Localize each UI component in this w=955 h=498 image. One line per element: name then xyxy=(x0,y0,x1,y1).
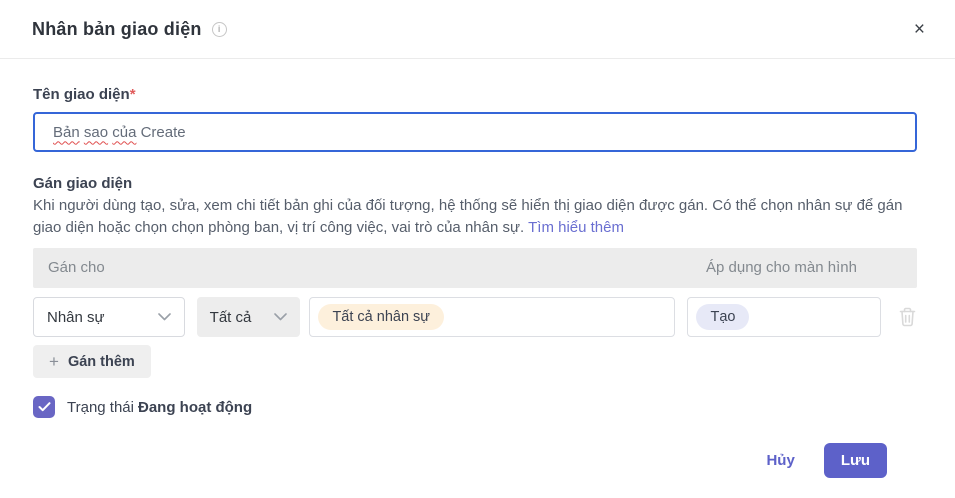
name-word: sao xyxy=(83,123,109,141)
screen-tags-input[interactable]: Tạo xyxy=(687,297,881,337)
cancel-button[interactable]: Hủy xyxy=(766,452,794,469)
target-type-selected-value: Nhân sự xyxy=(47,308,105,326)
dialog-body: Tên giao diện* Bản sao của Create Gán gi… xyxy=(0,86,955,478)
status-label: Trạng thái Đang hoạt động xyxy=(67,399,252,416)
scope-select[interactable]: Tất cả xyxy=(196,297,301,337)
learn-more-link[interactable]: Tìm hiểu thêm xyxy=(528,219,624,236)
required-asterisk: * xyxy=(129,86,136,103)
screen-tag: Tạo xyxy=(696,304,750,330)
status-checkbox[interactable] xyxy=(33,396,55,418)
add-assignment-label: Gán thêm xyxy=(67,353,135,370)
check-icon xyxy=(38,402,50,412)
chevron-down-icon xyxy=(157,313,171,321)
interface-name-label: Tên giao diện* xyxy=(33,86,917,103)
add-assignment-button[interactable]: + Gán thêm xyxy=(33,345,151,378)
delete-row-button[interactable] xyxy=(898,306,917,328)
interface-name-input[interactable]: Bản sao của Create xyxy=(33,112,917,152)
close-icon[interactable]: × xyxy=(914,20,925,39)
page-title: Nhân bản giao diện xyxy=(32,18,202,39)
target-type-select[interactable]: Nhân sự xyxy=(33,297,185,337)
target-tag: Tất cả nhân sự xyxy=(318,304,445,330)
save-button[interactable]: Lưu xyxy=(823,443,887,478)
chevron-down-icon xyxy=(274,313,288,321)
dialog-footer: Hủy Lưu xyxy=(33,443,917,478)
target-tags-input[interactable]: Tất cả nhân sự xyxy=(309,297,676,337)
name-word: Bản xyxy=(53,123,80,141)
name-word: của xyxy=(112,123,137,141)
trash-icon xyxy=(899,307,916,327)
interface-name-label-text: Tên giao diện xyxy=(33,86,130,103)
assign-table-header: Gán cho Áp dụng cho màn hình xyxy=(33,248,917,288)
scope-selected-value: Tất cả xyxy=(209,308,252,326)
plus-icon: + xyxy=(49,352,59,371)
interface-name-value: Bản sao của Create xyxy=(53,124,186,141)
status-label-value: Đang hoạt động xyxy=(137,398,253,416)
name-word: Create xyxy=(140,123,186,141)
assign-section-description: Khi người dùng tạo, sửa, xem chi tiết bả… xyxy=(33,195,917,238)
info-icon[interactable]: i xyxy=(211,21,227,37)
assign-section-title: Gán giao diện xyxy=(33,175,133,192)
status-label-prefix: Trạng thái xyxy=(67,398,134,416)
assign-description-text: Khi người dùng tạo, sửa, xem chi tiết bả… xyxy=(33,197,903,236)
assign-row: Nhân sự Tất cả Tất cả nhân sự Tạo xyxy=(33,297,917,337)
duplicate-interface-dialog: Nhân bản giao diện i × Tên giao diện* Bả… xyxy=(0,0,955,498)
status-row: Trạng thái Đang hoạt động xyxy=(33,396,917,418)
column-header-apply-screen: Áp dụng cho màn hình xyxy=(706,259,857,276)
dialog-header: Nhân bản giao diện i × xyxy=(0,0,955,59)
column-header-assign-to: Gán cho xyxy=(48,259,105,276)
